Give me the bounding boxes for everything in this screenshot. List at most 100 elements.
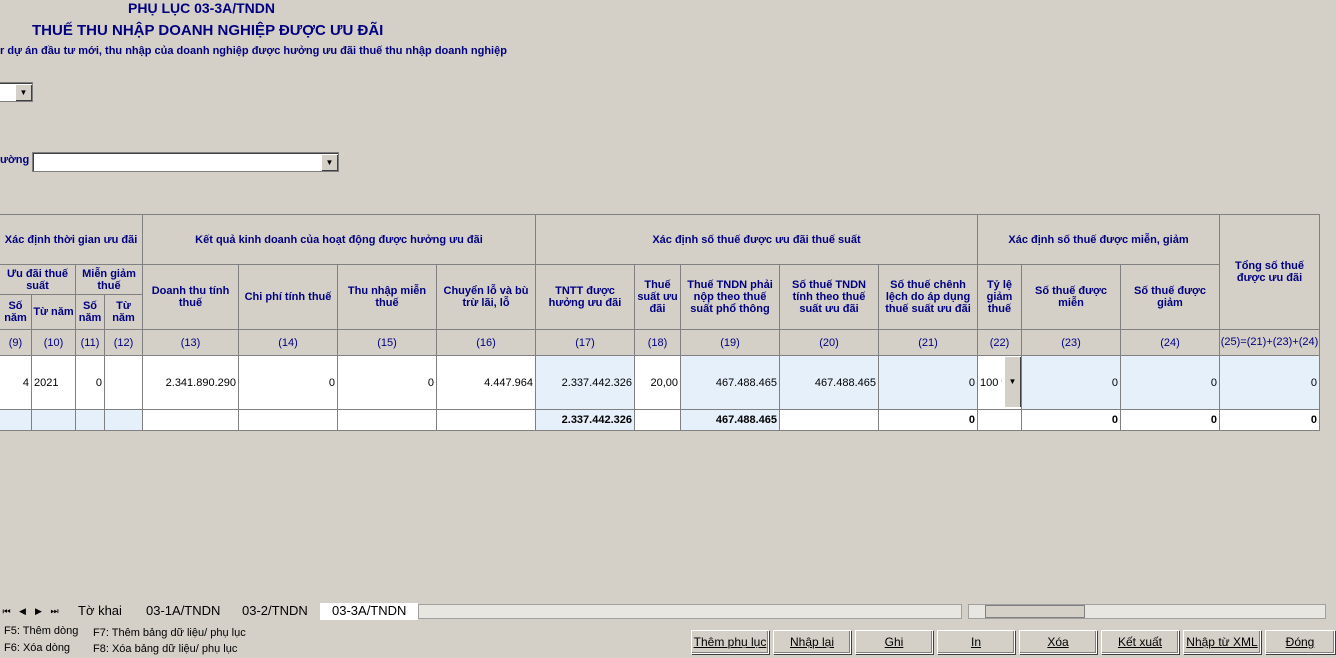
- cell-reduced-tax[interactable]: 0: [1121, 356, 1220, 410]
- subgroup-incentive-rate: Ưu đãi thuế suất: [0, 265, 76, 295]
- col-number-20: (20): [780, 330, 879, 356]
- scroll-thumb[interactable]: [985, 605, 1085, 618]
- total-cell: [338, 410, 437, 431]
- col-header-17: TNTT được hưởng ưu đãi: [536, 265, 635, 330]
- next-sheet-icon[interactable]: ▶: [33, 604, 44, 618]
- col-header-11: Số năm: [76, 295, 105, 330]
- cell-taxable-revenue[interactable]: 2.341.890.290: [143, 356, 239, 410]
- col-number-21: (21): [879, 330, 978, 356]
- col-number-18: (18): [635, 330, 681, 356]
- cell-total-incentive[interactable]: 0: [1220, 356, 1320, 410]
- cell-from-year-incentive[interactable]: 2021: [32, 356, 76, 410]
- total-cell: [635, 410, 681, 431]
- last-sheet-icon[interactable]: ⏭: [49, 604, 60, 618]
- total-cell: [76, 410, 105, 431]
- total-incentive-sum: 0: [1220, 410, 1320, 431]
- total-tax-standard-rate: 467.488.465: [681, 410, 780, 431]
- add-appendix-button[interactable]: Thêm phụ lục: [691, 630, 769, 654]
- col-header-20: Số thuế TNDN tính theo thuế suất ưu đãi: [780, 265, 879, 330]
- chevron-down-icon[interactable]: ▼: [321, 154, 337, 170]
- total-cell: [32, 410, 76, 431]
- col-number-22: (22): [978, 330, 1022, 356]
- cell-incentive-income[interactable]: 2.337.442.326: [536, 356, 635, 410]
- total-cell: [143, 410, 239, 431]
- col-header-9: Số năm: [0, 295, 32, 330]
- hint-f8: F8: Xóa bảng dữ liệu/ phụ lục: [93, 643, 238, 655]
- total-cell: [437, 410, 536, 431]
- tab-03-3a[interactable]: 03-3A/TNDN: [320, 603, 419, 620]
- total-cell: [105, 410, 143, 431]
- col-header-16: Chuyển lỗ và bù trừ lãi, lỗ: [437, 265, 536, 330]
- tab-03-2[interactable]: 03-2/TNDN: [242, 603, 308, 619]
- cell-exempt-tax[interactable]: 0: [1022, 356, 1121, 410]
- reset-button[interactable]: Nhập lại: [773, 630, 851, 654]
- subgroup-exempt-reduce: Miễn giảm thuế: [76, 265, 143, 295]
- group-tax-rate: Xác định số thuế được ưu đãi thuế suất: [536, 215, 978, 265]
- delete-button[interactable]: Xóa: [1019, 630, 1097, 654]
- tab-to-khai[interactable]: Tờ khai: [78, 603, 122, 619]
- total-tax-difference: 0: [879, 410, 978, 431]
- hint-f7: F7: Thêm bảng dữ liệu/ phụ lục: [93, 627, 246, 639]
- group-time: Xác định thời gian ưu đãi: [0, 215, 143, 265]
- vertical-scrollbar[interactable]: [1327, 0, 1336, 600]
- cell-years-incentive[interactable]: 4: [0, 356, 32, 410]
- col-header-14: Chi phí tính thuế: [239, 265, 338, 330]
- col-header-22: Tỷ lệ giảm thuế: [978, 265, 1022, 330]
- cell-tax-incentive-rate[interactable]: 467.488.465: [780, 356, 879, 410]
- col-number-23: (23): [1022, 330, 1121, 356]
- col-number-17: (17): [536, 330, 635, 356]
- col-header-23: Số thuế được miễn: [1022, 265, 1121, 330]
- chevron-down-icon[interactable]: ▼: [1004, 357, 1020, 407]
- col-header-10: Từ năm: [32, 295, 76, 330]
- total-exempt-tax: 0: [1022, 410, 1121, 431]
- import-xml-button[interactable]: Nhập từ XML: [1183, 630, 1261, 654]
- total-cell: [239, 410, 338, 431]
- col-header-21: Số thuế chênh lệch do áp dụng thuế suất …: [879, 265, 978, 330]
- select-dropdown-2[interactable]: ▼: [32, 152, 339, 172]
- print-button[interactable]: In: [937, 630, 1015, 654]
- select-dropdown-1[interactable]: ▼: [0, 82, 33, 102]
- field-label: ường: [0, 154, 30, 166]
- cell-tax-standard-rate[interactable]: 467.488.465: [681, 356, 780, 410]
- sheet-tab-bar: ⏮ ◀ ▶ ⏭ Tờ khai 03-1A/TNDN 03-2/TNDN 03-…: [0, 602, 1336, 620]
- hint-f6: F6: Xóa dòng: [4, 642, 71, 654]
- col-number-14: (14): [239, 330, 338, 356]
- col-header-19: Thuế TNDN phải nộp theo thuế suất phổ th…: [681, 265, 780, 330]
- col-header-12: Từ năm: [105, 295, 143, 330]
- col-number-10: (10): [32, 330, 76, 356]
- first-sheet-icon[interactable]: ⏮: [1, 604, 12, 618]
- col-number-24: (24): [1121, 330, 1220, 356]
- tab-03-1a[interactable]: 03-1A/TNDN: [146, 603, 220, 619]
- col-number-15: (15): [338, 330, 437, 356]
- form-description: r dự án đầu tư mới, thu nhập của doanh n…: [0, 45, 507, 57]
- cell-years-exempt[interactable]: 0: [76, 356, 105, 410]
- chevron-down-icon[interactable]: ▼: [15, 84, 31, 100]
- form-title: PHỤ LỤC 03-3A/TNDN: [128, 0, 276, 16]
- col-number-16: (16): [437, 330, 536, 356]
- export-button[interactable]: Kết xuất: [1101, 630, 1179, 654]
- cell-incentive-rate[interactable]: 20,00: [635, 356, 681, 410]
- cell-tax-difference[interactable]: 0: [879, 356, 978, 410]
- reduction-rate-select[interactable]: 100 % ▼: [978, 356, 1022, 410]
- col-header-13: Doanh thu tính thuế: [143, 265, 239, 330]
- form-subtitle: THUẾ THU NHẬP DOANH NGHIỆP ĐƯỢC ƯU ĐÃI: [32, 22, 384, 39]
- save-button[interactable]: Ghi: [855, 630, 933, 654]
- prev-sheet-icon[interactable]: ◀: [17, 604, 28, 618]
- horizontal-scrollbar[interactable]: [968, 604, 1326, 619]
- cell-loss-carryforward[interactable]: 4.447.964: [437, 356, 536, 410]
- total-incentive-income: 2.337.442.326: [536, 410, 635, 431]
- cell-deductible-expense[interactable]: 0: [239, 356, 338, 410]
- group-business: Kết quả kinh doanh của hoạt động được hư…: [143, 215, 536, 265]
- cell-exempt-income[interactable]: 0: [338, 356, 437, 410]
- cell-from-year-exempt[interactable]: [105, 356, 143, 410]
- total-cell: [0, 410, 32, 431]
- col-number-13: (13): [143, 330, 239, 356]
- hint-f5: F5: Thêm dòng: [4, 625, 79, 637]
- col-header-15: Thu nhập miễn thuế: [338, 265, 437, 330]
- col-header-24: Số thuế được giảm: [1121, 265, 1220, 330]
- col-number-12: (12): [105, 330, 143, 356]
- total-reduced-tax: 0: [1121, 410, 1220, 431]
- group-total: Tổng số thuế được ưu đãi: [1220, 215, 1320, 330]
- tab-scrollbar[interactable]: [418, 604, 962, 619]
- close-button[interactable]: Đóng: [1265, 630, 1335, 654]
